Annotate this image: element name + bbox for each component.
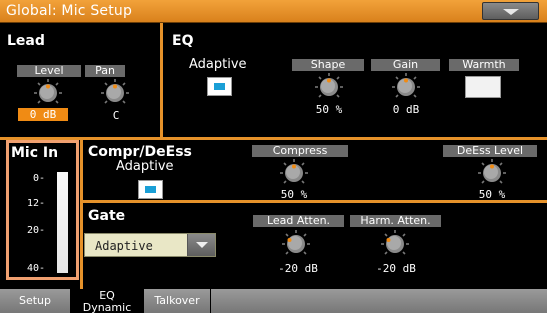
compr-adaptive-label: Adaptive	[116, 159, 174, 174]
gain-knob[interactable]	[391, 72, 421, 102]
lead-section-title: Lead	[7, 33, 45, 49]
shape-label: Shape	[292, 59, 364, 71]
pan-knob[interactable]	[100, 78, 130, 108]
divider	[160, 23, 163, 140]
gate-mode-dropdown[interactable]: Adaptive	[84, 233, 216, 257]
mic-setup-screen: Global: Mic Setup Lead Level Pan 0 dB C	[0, 0, 547, 313]
mic-in-meter-panel	[6, 140, 79, 280]
warmth-toggle[interactable]	[465, 76, 501, 98]
meter-tick: 12-	[27, 198, 46, 209]
lead-atten-knob[interactable]	[281, 229, 311, 259]
warmth-label: Warmth	[449, 59, 519, 71]
deess-level-knob[interactable]	[477, 158, 507, 188]
compr-adaptive-toggle[interactable]	[138, 180, 163, 199]
harm-atten-label: Harm. Atten.	[350, 215, 441, 227]
dropdown-arrow-button[interactable]	[187, 234, 215, 256]
gate-section-title: Gate	[88, 208, 126, 224]
gate-mode-value: Adaptive	[95, 239, 153, 253]
tab-setup[interactable]: Setup	[0, 289, 70, 313]
shape-value: 50 %	[315, 103, 343, 116]
led-on-indicator	[214, 83, 225, 90]
harm-atten-knob[interactable]	[380, 229, 410, 259]
compr-section-title: Compr/DeEss	[88, 144, 192, 160]
lead-atten-value: -20 dB	[278, 262, 318, 275]
tab-bar-filler	[211, 289, 547, 313]
eq-adaptive-toggle[interactable]	[207, 77, 232, 96]
gain-label: Gain	[371, 59, 440, 71]
shape-knob[interactable]	[314, 72, 344, 102]
page-title: Global: Mic Setup	[6, 3, 133, 19]
page-menu-button[interactable]	[482, 2, 539, 20]
level-value[interactable]: 0 dB	[18, 108, 68, 121]
compress-label: Compress	[252, 145, 348, 157]
led-on-indicator	[145, 186, 156, 193]
compress-knob[interactable]	[279, 158, 309, 188]
gain-value: 0 dB	[392, 103, 420, 116]
tab-eq-dynamic[interactable]: EQ Dynamic	[71, 289, 143, 313]
level-knob[interactable]	[33, 78, 63, 108]
deess-level-value: 50 %	[478, 188, 506, 201]
meter-tick: 0-	[33, 173, 46, 184]
deess-level-label: DeEss Level	[443, 145, 537, 157]
pan-value: C	[112, 109, 120, 122]
chevron-down-icon	[196, 242, 208, 248]
eq-adaptive-label: Adaptive	[189, 57, 247, 72]
meter-tick: 40-	[27, 263, 46, 274]
level-label: Level	[17, 65, 81, 77]
harm-atten-value: -20 dB	[376, 262, 416, 275]
pan-label: Pan	[85, 65, 125, 77]
mic-in-level-meter	[57, 172, 68, 273]
tab-talkover[interactable]: Talkover	[144, 289, 210, 313]
compress-value: 50 %	[280, 188, 308, 201]
divider	[80, 140, 83, 289]
title-bar: Global: Mic Setup	[0, 0, 547, 23]
triangle-down-icon	[503, 9, 519, 15]
lead-atten-label: Lead Atten.	[253, 215, 344, 227]
mic-in-section-title: Mic In	[11, 145, 59, 161]
meter-tick: 20-	[27, 225, 46, 236]
eq-section-title: EQ	[172, 33, 194, 49]
